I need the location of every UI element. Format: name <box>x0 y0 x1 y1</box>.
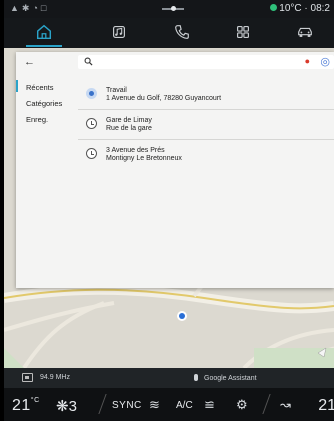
microphone-icon[interactable]: ● <box>305 56 310 66</box>
sidebar-item-recents[interactable]: Récents <box>26 83 54 92</box>
google-assistant-button[interactable]: Google Assistant <box>194 374 257 382</box>
car-icon <box>298 27 312 37</box>
radio-frequency[interactable]: 94.9 MHz <box>40 374 70 381</box>
steering-heat-icon[interactable]: ⚙ <box>236 397 248 413</box>
nav-active-indicator <box>26 45 62 47</box>
microphone-icon <box>194 374 198 381</box>
assistant-icon[interactable]: ◎ <box>320 55 330 68</box>
result-subtitle: Rue de la gare <box>106 125 152 132</box>
ac-button[interactable]: A/C <box>176 400 193 411</box>
nav-home[interactable] <box>33 22 55 42</box>
status-icons: ▲✱◔□ <box>10 3 50 13</box>
status-dot-icon <box>270 4 278 11</box>
result-title: 3 Avenue des Prés <box>106 147 165 154</box>
history-icon <box>86 118 97 129</box>
infotainment-screen: ▲✱◔□ 10°C · 08:2 ← Récents Catégories En… <box>4 0 334 421</box>
result-subtitle: 1 Avenue du Golf, 78280 Guyancourt <box>106 95 222 102</box>
status-right: 10°C · 08:2 <box>270 3 330 14</box>
result-title: Travail <box>106 87 127 94</box>
fan-speed-value: 3 <box>68 398 77 415</box>
nav-music[interactable] <box>108 22 130 42</box>
search-panel: ← Récents Catégories Enreg. ● ◎ Travail … <box>16 52 334 288</box>
panel-sidebar: ← Récents Catégories Enreg. <box>16 52 74 288</box>
page-indicator-dot <box>171 6 176 11</box>
result-item-work[interactable]: Travail 1 Avenue du Golf, 78280 Guyancou… <box>78 80 334 110</box>
result-title: Gare de Limay <box>106 117 152 124</box>
rear-defrost-icon[interactable]: ≋ <box>149 397 160 413</box>
temperature-right[interactable]: 21 <box>318 397 334 415</box>
search-input[interactable]: ● ◎ <box>78 55 334 69</box>
search-icon <box>84 57 93 66</box>
apps-icon <box>237 26 249 38</box>
music-icon <box>113 26 125 38</box>
temperature-left[interactable]: 21°C <box>12 397 40 415</box>
temperature-left-value: 21 <box>12 397 31 414</box>
result-item-history[interactable]: Gare de Limay Rue de la gare <box>78 110 334 140</box>
front-defrost-icon[interactable]: ≌ <box>204 397 215 413</box>
divider <box>98 394 107 414</box>
temperature-right-value: 21 <box>318 397 334 414</box>
nav-phone[interactable] <box>171 22 193 42</box>
seat-heat-icon[interactable]: ↝ <box>280 397 291 413</box>
sidebar-active-indicator <box>16 80 18 92</box>
sidebar-item-categories[interactable]: Catégories <box>26 99 62 108</box>
media-bar: 94.9 MHz Google Assistant <box>4 368 334 388</box>
sync-button[interactable]: SYNC <box>112 400 142 411</box>
radio-icon[interactable] <box>22 373 33 382</box>
top-navigation <box>4 18 334 48</box>
nav-vehicle[interactable] <box>294 22 316 42</box>
result-item-history[interactable]: 3 Avenue des Prés Montigny Le Bretonneux <box>78 140 334 170</box>
sidebar-item-saved[interactable]: Enreg. <box>26 115 48 124</box>
work-place-icon <box>86 88 97 99</box>
fan-speed[interactable]: ❋3 <box>56 397 77 415</box>
history-icon <box>86 148 97 159</box>
clock: 08:2 <box>310 3 330 14</box>
home-icon <box>36 24 52 40</box>
climate-bar: 21°C ❋3 SYNC ≋ A/C ≌ ⚙ ↝ 21 <box>4 388 334 421</box>
status-bar: ▲✱◔□ 10°C · 08:2 <box>4 0 334 18</box>
divider <box>262 394 271 414</box>
result-subtitle: Montigny Le Bretonneux <box>106 155 182 162</box>
back-arrow-icon[interactable]: ← <box>24 56 35 68</box>
nav-apps[interactable] <box>232 22 254 42</box>
temperature-left-unit: °C <box>30 397 40 404</box>
phone-icon <box>175 25 189 39</box>
outside-temperature: 10°C <box>279 3 302 14</box>
assistant-label: Google Assistant <box>204 375 257 382</box>
